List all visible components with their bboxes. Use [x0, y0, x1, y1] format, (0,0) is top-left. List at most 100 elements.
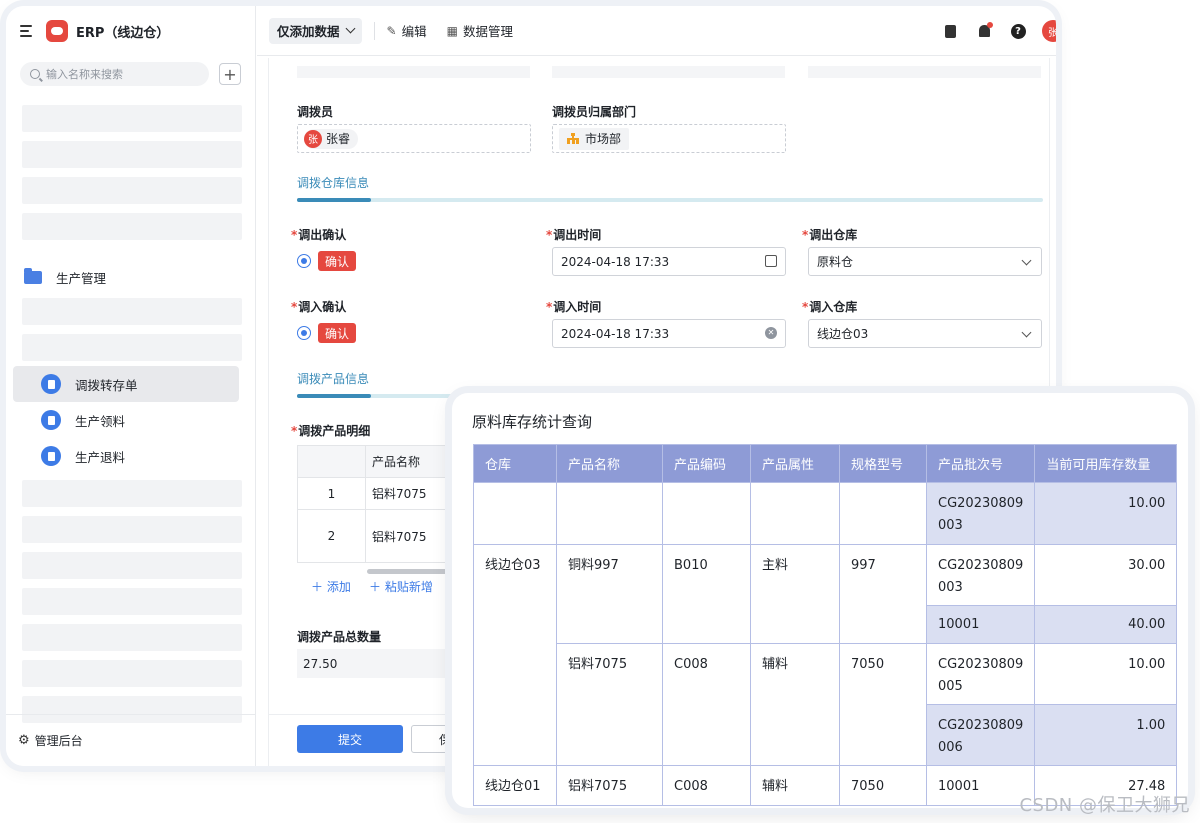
mode-select[interactable]: 仅添加数据: [269, 17, 362, 44]
product-attr-cell: [750, 482, 840, 545]
sidebar-item-label: 生产退料: [75, 449, 126, 465]
sidebar-placeholder[interactable]: [22, 552, 242, 579]
sidebar-placeholder[interactable]: [22, 660, 242, 687]
document-icon: [41, 410, 61, 430]
sidebar-item-material-return[interactable]: 生产退料: [13, 438, 239, 474]
table-header-cell: 产品属性: [750, 444, 840, 483]
table-row[interactable]: 铝料7075 C008 辅料 7050 CG20230809 005 10.00: [474, 643, 1178, 766]
in-warehouse-select[interactable]: 线边仓03: [808, 319, 1042, 348]
product-name-cell: 铜料997: [556, 544, 663, 644]
section-title: 调拨产品信息: [297, 372, 370, 386]
transfer-person-field[interactable]: 张 张睿: [297, 124, 531, 153]
table-header-row: 产品名称 产: [297, 445, 467, 478]
product-name-cell: [556, 482, 663, 545]
batch-cell: CG20230809 003: [925, 482, 1036, 545]
batch-cell: 10001: [925, 605, 1036, 644]
in-confirm-radio[interactable]: [297, 326, 311, 340]
batch-cell: CG20230809 006: [925, 704, 1036, 766]
product-name-cell[interactable]: 铝料7075: [365, 477, 446, 510]
sidebar-placeholder[interactable]: [22, 624, 242, 651]
total-label: 调拨产品总数量: [297, 630, 382, 644]
spec-cell: [839, 482, 927, 545]
total-quantity-field: 27.50: [297, 649, 467, 678]
batch-cell: CG20230809 005: [925, 643, 1036, 705]
inventory-query-panel: 原料库存统计查询 仓库 产品名称 产品编码 产品属性 规格型号 产品批次号 当前…: [452, 393, 1188, 808]
product-name-cell: 铝料7075: [556, 643, 663, 766]
menu-icon[interactable]: [20, 24, 36, 38]
app-title: ERP（线边仓）: [76, 25, 170, 41]
clear-icon[interactable]: ✕: [765, 327, 777, 339]
out-warehouse-label: *调出仓库: [802, 228, 858, 242]
product-code-cell: C008: [662, 765, 751, 806]
sidebar-group-production[interactable]: 生产管理: [6, 262, 255, 292]
row-index: 1: [297, 477, 366, 510]
toolbar-divider: [373, 21, 375, 40]
warehouse-cell: [473, 482, 557, 545]
sidebar-placeholder[interactable]: [22, 177, 242, 204]
toolbar-right: ? 张: [926, 6, 1056, 56]
ghost-field: [297, 66, 530, 78]
section-divider: [297, 198, 1043, 202]
sidebar-header: ERP（线边仓）: [6, 6, 255, 56]
quantity-cell: 30.00: [1034, 544, 1178, 606]
help-icon[interactable]: ?: [1008, 21, 1028, 41]
submit-button[interactable]: 提交: [297, 725, 403, 753]
horizontal-scrollbar[interactable]: [367, 569, 457, 574]
user-chip: 张 张睿: [304, 128, 359, 149]
sidebar-item-label: 生产领料: [75, 413, 126, 429]
sidebar-placeholder[interactable]: [22, 298, 242, 325]
sidebar-placeholder[interactable]: [22, 334, 242, 361]
sidebar-placeholder[interactable]: [22, 105, 242, 132]
warehouse-cell: 线边仓03: [473, 544, 557, 766]
document-icon: [41, 374, 61, 394]
sidebar: ERP（线边仓） 输入名称来搜索 + 生产管理 调拨转存单 生产领料 生产退料 …: [6, 6, 256, 766]
quantity-cell: 40.00: [1034, 605, 1178, 644]
department-label: 调拨员归属部门: [552, 105, 637, 119]
product-attr-cell: 辅料: [750, 643, 840, 766]
add-item-button[interactable]: +: [219, 63, 241, 85]
table-row[interactable]: 1 铝料7075 C(: [297, 477, 467, 510]
sidebar-placeholder[interactable]: [22, 588, 242, 615]
table-row[interactable]: 线边仓03 铜料997 B010 主料 997 CG20230809 003 3…: [473, 544, 1178, 766]
sidebar-item-label: 调拨转存单: [75, 377, 138, 393]
spec-cell: 997: [839, 544, 927, 644]
pencil-icon: ✎: [386, 23, 397, 38]
sidebar-item-material-requisition[interactable]: 生产领料: [13, 402, 239, 438]
table-header-cell: 产品批次号: [925, 444, 1036, 483]
table-row[interactable]: CG20230809 003 10.00: [473, 482, 1178, 545]
batch-cell: CG20230809 003: [925, 544, 1036, 606]
bell-icon[interactable]: [974, 21, 994, 41]
spec-cell: 7050: [839, 765, 927, 806]
admin-link[interactable]: ⚙ 管理后台: [6, 714, 256, 766]
document-icon: [41, 446, 61, 466]
warehouse-cell: 线边仓01: [473, 765, 557, 806]
out-confirm-tag: 确认: [318, 251, 357, 271]
section-title: 调拨仓库信息: [297, 176, 370, 190]
paste-add-button[interactable]: ＋ 粘贴新增: [369, 578, 433, 595]
table-row[interactable]: 2 铝料7075 C(: [297, 509, 467, 563]
table-header-cell: 产品名称: [556, 444, 663, 483]
calendar-icon[interactable]: [765, 255, 777, 267]
sidebar-item-transfer-order[interactable]: 调拨转存单: [13, 366, 239, 402]
sidebar-placeholder[interactable]: [22, 213, 242, 240]
in-time-input[interactable]: 2024-04-18 17:33 ✕: [552, 319, 786, 348]
out-time-input[interactable]: 2024-04-18 17:33: [552, 247, 786, 276]
search-input[interactable]: 输入名称来搜索: [20, 62, 209, 86]
total-quantity-value: 27.50: [303, 656, 338, 671]
department-field[interactable]: 市场部: [552, 124, 786, 153]
add-row-button[interactable]: ＋ 添加: [311, 578, 351, 595]
app-logo-icon: [46, 20, 68, 42]
user-avatar: 张: [304, 129, 322, 148]
edit-button[interactable]: ✎ 编辑: [387, 21, 427, 40]
avatar[interactable]: 张: [1042, 20, 1056, 42]
sidebar-placeholder[interactable]: [22, 141, 242, 168]
table-icon: ▦: [446, 23, 458, 38]
product-name-cell[interactable]: 铝料7075: [365, 509, 446, 563]
out-warehouse-value: 原料仓: [817, 255, 854, 269]
sidebar-placeholder[interactable]: [22, 480, 242, 507]
out-confirm-radio[interactable]: [297, 254, 311, 268]
out-warehouse-select[interactable]: 原料仓: [808, 247, 1042, 276]
data-manage-button[interactable]: ▦ 数据管理: [447, 21, 513, 40]
book-icon[interactable]: [940, 21, 960, 41]
sidebar-placeholder[interactable]: [22, 516, 242, 543]
